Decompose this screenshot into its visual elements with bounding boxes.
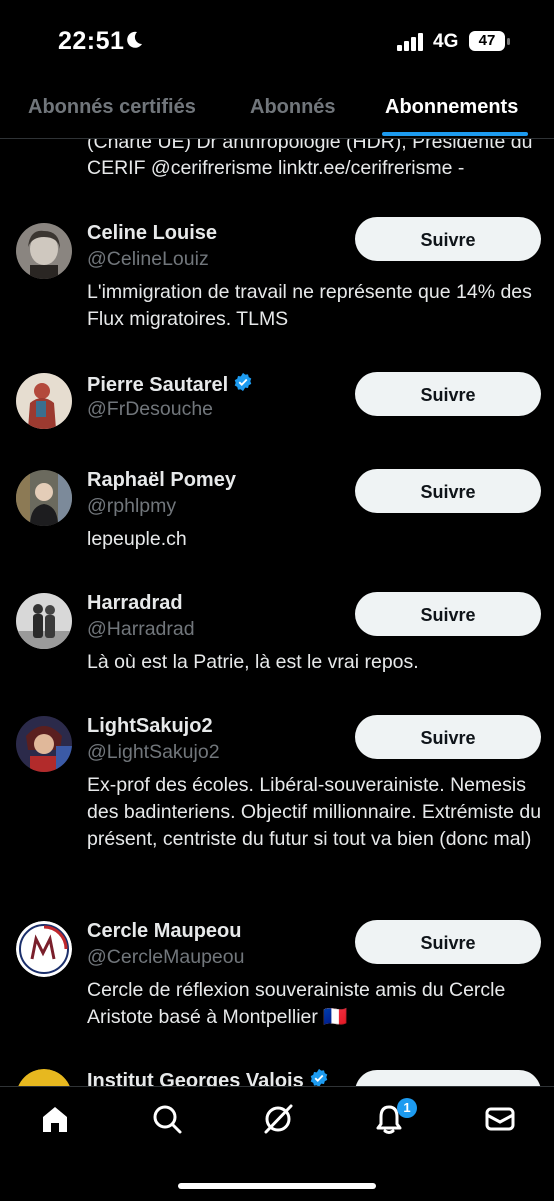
- user-name-text: Pierre Sautarel: [87, 373, 229, 396]
- active-tab-indicator: [382, 132, 528, 136]
- tab-followers[interactable]: Abonnés: [250, 96, 336, 119]
- follow-button[interactable]: Suivre: [355, 920, 541, 964]
- avatar[interactable]: [16, 593, 72, 649]
- user-name-text: Celine Louise: [87, 222, 218, 244]
- user-name[interactable]: Harradrad: [87, 592, 183, 615]
- bottom-navigation: 1: [0, 1086, 554, 1201]
- user-name-text: LightSakujo2: [87, 715, 213, 737]
- battery-icon: 47: [469, 31, 505, 51]
- user-name[interactable]: Celine Louise: [87, 222, 217, 245]
- mail-icon[interactable]: [484, 1103, 516, 1135]
- user-bio: Cercle de réflexion souverainiste amis d…: [87, 979, 506, 1028]
- avatar[interactable]: [16, 223, 72, 279]
- user-name-text: Raphaël Pomey: [87, 469, 236, 491]
- search-icon[interactable]: [151, 1103, 183, 1135]
- grok-icon[interactable]: [262, 1103, 294, 1135]
- user-bio: L'immigration de travail ne représente q…: [87, 281, 532, 330]
- moon-icon: [124, 30, 144, 55]
- status-time: 22:51: [58, 27, 125, 55]
- user-bio: Là où est la Patrie, là est le vrai repo…: [87, 651, 419, 673]
- follow-button[interactable]: Suivre: [355, 217, 541, 261]
- partial-bio: (Charte UE) Dr anthropologie (HDR), Prés…: [87, 139, 533, 179]
- user-handle: @Harradrad: [87, 618, 195, 640]
- user-bio: Ex-prof des écoles. Libéral-souverainist…: [87, 774, 542, 850]
- user-bio: lepeuple.ch: [87, 528, 187, 550]
- user-name-text: Harradrad: [87, 592, 183, 614]
- follow-button[interactable]: [355, 1070, 541, 1086]
- user-name[interactable]: Institut Georges Valois: [87, 1068, 329, 1086]
- user-name-text: Cercle Maupeou: [87, 920, 242, 942]
- following-list: (Charte UE) Dr anthropologie (HDR), Prés…: [0, 139, 554, 1086]
- avatar[interactable]: [16, 1069, 72, 1086]
- user-handle: @CelineLouiz: [87, 248, 209, 270]
- battery-tip: [507, 38, 510, 45]
- user-name[interactable]: LightSakujo2: [87, 715, 213, 738]
- home-icon[interactable]: [39, 1103, 71, 1135]
- tab-bar: Abonnés certifiés Abonnés Abonnements: [0, 84, 554, 139]
- home-indicator: [178, 1183, 376, 1189]
- follow-button[interactable]: Suivre: [355, 469, 541, 513]
- avatar[interactable]: [16, 716, 72, 772]
- verified-badge-icon: [309, 1068, 329, 1086]
- user-name[interactable]: Raphaël Pomey: [87, 469, 236, 492]
- user-name[interactable]: Pierre Sautarel: [87, 372, 253, 398]
- status-bar: 22:51 4G 47: [0, 0, 554, 84]
- user-handle: @rphlpmy: [87, 495, 177, 517]
- follow-button[interactable]: Suivre: [355, 372, 541, 416]
- tab-following[interactable]: Abonnements: [385, 96, 518, 119]
- user-name-text: Institut Georges Valois: [87, 1069, 304, 1087]
- notification-badge: 1: [397, 1098, 417, 1118]
- user-handle: @FrDesouche: [87, 398, 214, 420]
- verified-badge-icon: [233, 372, 253, 398]
- network-type: 4G: [433, 31, 459, 52]
- user-handle: @CercleMaupeou: [87, 946, 245, 968]
- signal-icon: [397, 33, 425, 56]
- avatar[interactable]: [16, 470, 72, 526]
- follow-button[interactable]: Suivre: [355, 592, 541, 636]
- avatar[interactable]: [16, 373, 72, 429]
- follow-button[interactable]: Suivre: [355, 715, 541, 759]
- avatar[interactable]: [16, 921, 72, 977]
- tab-certified-followers[interactable]: Abonnés certifiés: [28, 96, 196, 119]
- user-handle: @LightSakujo2: [87, 741, 220, 763]
- user-name[interactable]: Cercle Maupeou: [87, 920, 241, 943]
